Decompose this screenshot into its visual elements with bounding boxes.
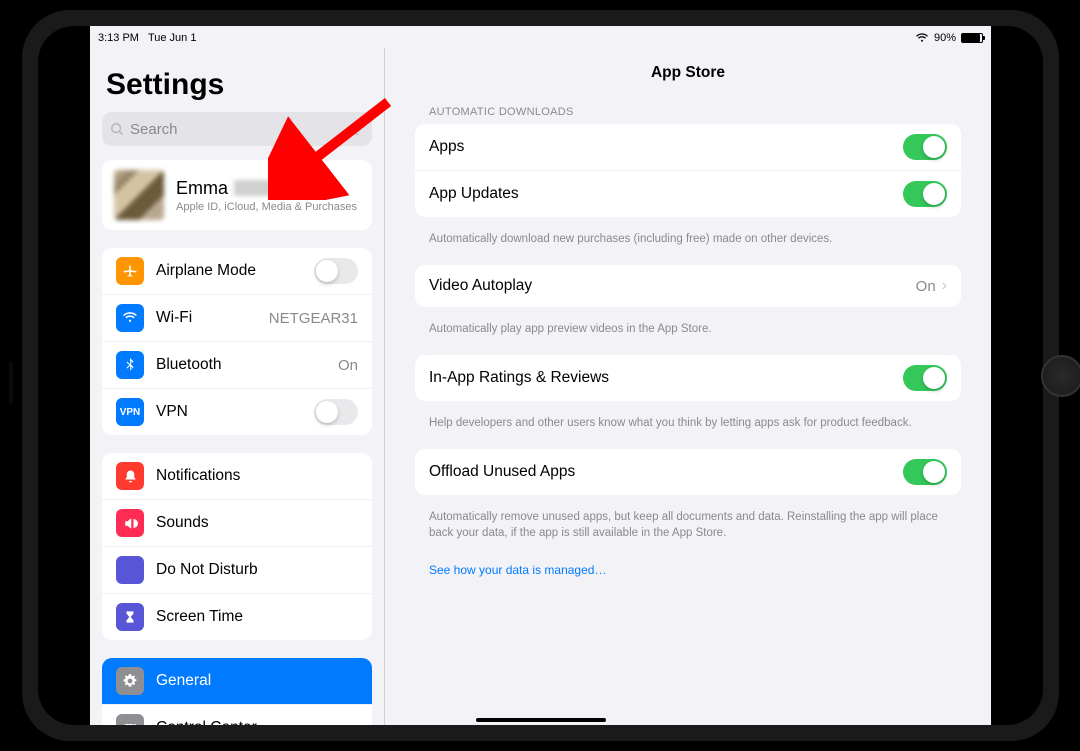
row-label: Bluetooth (156, 356, 338, 374)
user-first-name: Emma (176, 178, 228, 199)
apple-id-subtitle: Apple ID, iCloud, Media & Purchases (176, 201, 360, 213)
home-indicator[interactable] (476, 718, 606, 722)
ratings-label: In-App Ratings & Reviews (429, 369, 903, 387)
video-autoplay-value: On (916, 278, 936, 295)
bell-icon (116, 462, 144, 490)
user-last-name-redacted (234, 180, 292, 196)
apps-row: Apps (415, 124, 961, 170)
search-icon (110, 122, 124, 136)
notifications-group: Notifications Sounds Do Not Disturb Screen … (102, 453, 372, 640)
connectivity-group: Airplane ModeWi-FiNETGEAR31BluetoothOnVP… (102, 248, 372, 435)
row-label: Airplane Mode (156, 262, 314, 280)
moon-icon (116, 556, 144, 584)
apple-id-row[interactable]: Emma Apple ID, iCloud, Media & Purchases (102, 160, 372, 230)
sidebar-item-bluetooth[interactable]: BluetoothOn (102, 341, 372, 388)
status-time: 3:13 PM (98, 32, 139, 44)
toggle[interactable] (314, 399, 358, 425)
search-input[interactable]: Search (102, 112, 372, 146)
video-autoplay-row[interactable]: Video Autoplay On › (415, 265, 961, 307)
status-bar: 3:13 PM Tue Jun 1 90% (90, 26, 991, 48)
row-value: On (338, 357, 358, 374)
offload-row: Offload Unused Apps (415, 449, 961, 495)
sidebar-item-wi-fi[interactable]: Wi-FiNETGEAR31 (102, 294, 372, 341)
offload-toggle[interactable] (903, 459, 947, 485)
ipad-frame: 3:13 PM Tue Jun 1 90% Settings Search (22, 10, 1059, 741)
apps-label: Apps (429, 138, 903, 156)
app-updates-toggle[interactable] (903, 181, 947, 207)
microphone-icon[interactable] (350, 122, 364, 136)
sidebar-item-notifications[interactable]: Notifications (102, 453, 372, 499)
auto-downloads-footer: Automatically download new purchases (in… (415, 225, 961, 265)
sidebar-item-control-center[interactable]: Control Center (102, 704, 372, 725)
bluetooth-icon (116, 351, 144, 379)
offload-label: Offload Unused Apps (429, 463, 903, 481)
settings-title: Settings (102, 48, 372, 112)
detail-pane[interactable]: App Store AUTOMATIC DOWNLOADS Apps App U… (385, 48, 991, 725)
airplane-icon (116, 257, 144, 285)
sidebar-item-general[interactable]: General (102, 658, 372, 704)
app-updates-label: App Updates (429, 185, 903, 203)
speaker-icon (116, 509, 144, 537)
side-button (9, 362, 13, 404)
detail-title: App Store (415, 48, 961, 106)
switches-icon (116, 714, 144, 725)
toggle[interactable] (314, 258, 358, 284)
wifi-icon (915, 33, 929, 43)
bezel: 3:13 PM Tue Jun 1 90% Settings Search (38, 26, 1043, 725)
row-value: NETGEAR31 (269, 310, 358, 327)
sidebar-item-airplane-mode[interactable]: Airplane Mode (102, 248, 372, 294)
gear-icon (116, 667, 144, 695)
screen: 3:13 PM Tue Jun 1 90% Settings Search (90, 26, 991, 725)
autoplay-footer: Automatically play app preview videos in… (415, 315, 961, 355)
row-label: Screen Time (156, 608, 358, 626)
app-updates-row: App Updates (415, 170, 961, 217)
sidebar-item-sounds[interactable]: Sounds (102, 499, 372, 546)
battery-icon (961, 33, 983, 43)
row-label: Notifications (156, 467, 358, 485)
data-managed-link[interactable]: See how your data is managed… (415, 559, 961, 581)
home-button[interactable] (1041, 355, 1080, 397)
battery-pct: 90% (934, 32, 956, 44)
row-label: Wi-Fi (156, 309, 269, 327)
settings-sidebar[interactable]: Settings Search Emma (90, 48, 385, 725)
ratings-footer: Help developers and other users know wha… (415, 409, 961, 449)
offload-footer: Automatically remove unused apps, but ke… (415, 503, 961, 559)
sidebar-item-vpn[interactable]: VPN VPN (102, 388, 372, 435)
apple-id-group: Emma Apple ID, iCloud, Media & Purchases (102, 160, 372, 230)
apps-toggle[interactable] (903, 134, 947, 160)
row-label: Do Not Disturb (156, 561, 358, 579)
general-group: GeneralControl CenterAADisplay & Brightn… (102, 658, 372, 725)
row-label: Sounds (156, 514, 358, 532)
status-date: Tue Jun 1 (148, 32, 197, 44)
sidebar-item-do-not-disturb[interactable]: Do Not Disturb (102, 546, 372, 593)
row-label: General (156, 672, 358, 690)
ratings-toggle[interactable] (903, 365, 947, 391)
row-label: Control Center (156, 719, 358, 725)
vpn-icon: VPN (116, 398, 144, 426)
row-label: VPN (156, 403, 314, 421)
user-avatar (114, 170, 164, 220)
search-placeholder: Search (130, 121, 350, 138)
video-autoplay-label: Video Autoplay (429, 277, 916, 295)
chevron-right-icon: › (942, 277, 947, 295)
ratings-row: In-App Ratings & Reviews (415, 355, 961, 401)
section-header-auto-downloads: AUTOMATIC DOWNLOADS (415, 106, 961, 124)
wifi-icon (116, 304, 144, 332)
hourglass-icon (116, 603, 144, 631)
sidebar-item-screen-time[interactable]: Screen Time (102, 593, 372, 640)
